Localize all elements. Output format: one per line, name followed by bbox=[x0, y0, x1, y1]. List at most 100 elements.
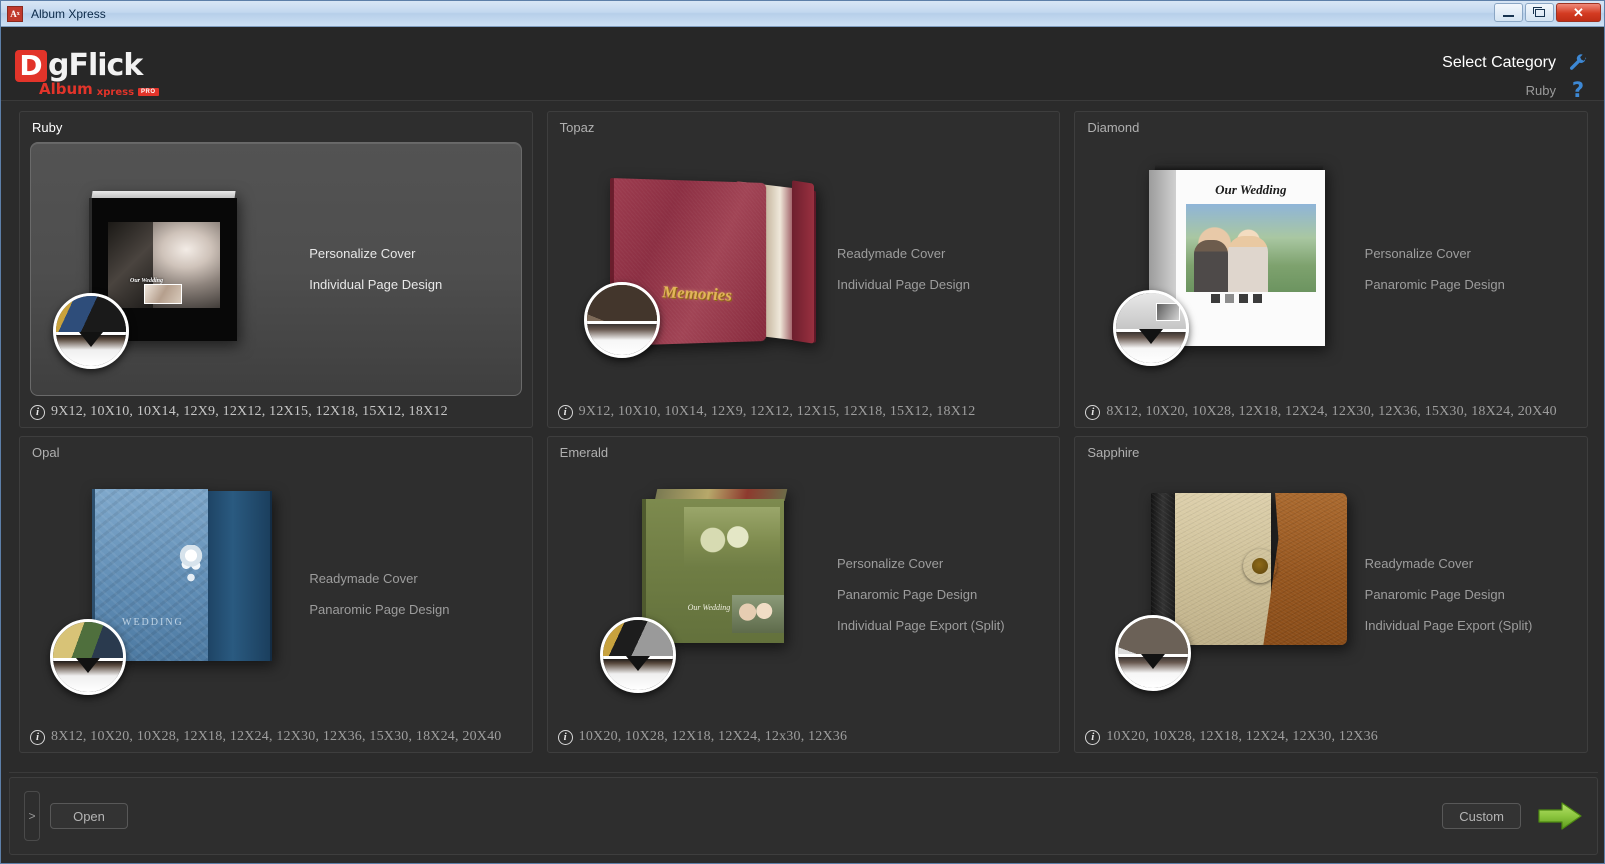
magnifier-bubble-topaz[interactable] bbox=[583, 282, 660, 358]
category-value-row: Ruby ? bbox=[1442, 80, 1588, 101]
category-card-opal[interactable]: Opal WEDDING Readymade Cover Panaromic P… bbox=[19, 436, 533, 753]
card-title-ruby: Ruby bbox=[32, 120, 63, 135]
logo-pro-badge: PRO bbox=[138, 88, 159, 96]
magnifier-notch bbox=[79, 332, 103, 348]
info-icon[interactable]: i bbox=[1085, 729, 1101, 745]
wrench-icon[interactable] bbox=[1568, 53, 1588, 73]
album-back-panel bbox=[208, 491, 272, 661]
feature-item: Readymade Cover bbox=[836, 246, 946, 261]
feature-item: Individual Page Design bbox=[309, 277, 443, 292]
feature-item: Panaromic Page Design bbox=[309, 602, 450, 617]
card-footer-sapphire: i 10X20, 10X28, 12X18, 12X24, 12X30, 12X… bbox=[1085, 728, 1577, 746]
select-category-label[interactable]: Select Category bbox=[1442, 54, 1556, 72]
card-body-ruby: Our Wedding Personalize Cover Individual… bbox=[30, 142, 522, 396]
magnifier-notch bbox=[76, 658, 100, 674]
card-body-emerald: Our Wedding Personalize Cover Panaromic … bbox=[558, 467, 1050, 721]
feature-item: Personalize Cover bbox=[1364, 246, 1471, 261]
album-preview-ruby: Our Wedding bbox=[31, 143, 305, 395]
cover-title-text: Memories bbox=[661, 282, 732, 305]
swatch bbox=[1239, 294, 1249, 303]
close-button[interactable]: ✕ bbox=[1556, 3, 1601, 22]
card-body-topaz: Memories Readymade Cover Individual Page… bbox=[558, 142, 1050, 396]
window-title: Album Xpress bbox=[31, 6, 106, 21]
album-preview-diamond: Our Wedding bbox=[1085, 142, 1360, 396]
info-icon[interactable]: i bbox=[557, 404, 573, 420]
logo-primary-row: D gFlick bbox=[15, 49, 185, 83]
cover-color-swatches bbox=[1211, 294, 1263, 303]
panel-expand-handle[interactable]: > bbox=[24, 791, 40, 841]
feature-list-opal: Readymade Cover Panaromic Page Design bbox=[305, 467, 521, 721]
category-card-ruby[interactable]: Ruby Our Wedding Personalize Cover Indiv… bbox=[19, 111, 533, 428]
info-icon[interactable]: i bbox=[1085, 404, 1101, 420]
magnifier-upper-half bbox=[1116, 293, 1187, 330]
magnifier-notch bbox=[1141, 654, 1166, 670]
swatch bbox=[1211, 294, 1221, 303]
card-footer-emerald: i 10X20, 10X28, 12X18, 12X24, 12x30, 12X… bbox=[557, 728, 1050, 746]
feature-item: Individual Page Design bbox=[836, 277, 970, 292]
bottom-toolbar: > Open Custom bbox=[9, 777, 1598, 855]
feature-item: Personalize Cover bbox=[836, 555, 944, 571]
card-title-opal: Opal bbox=[32, 445, 60, 460]
info-icon[interactable]: i bbox=[557, 729, 573, 745]
album-spine bbox=[791, 180, 814, 344]
green-arrow-right-icon[interactable] bbox=[1537, 801, 1583, 831]
feature-item: Individual Page Export (Split) bbox=[836, 617, 1005, 633]
magnifier-bubble-ruby[interactable] bbox=[53, 293, 129, 369]
card-body-opal: WEDDING Readymade Cover Panaromic Page D… bbox=[30, 467, 522, 721]
question-mark-icon[interactable]: ? bbox=[1568, 80, 1588, 101]
magnifier-notch bbox=[1139, 329, 1164, 345]
magnifier-upper-half bbox=[1118, 618, 1189, 655]
swatch bbox=[1253, 294, 1263, 303]
magnifier-bubble-emerald[interactable] bbox=[599, 617, 676, 693]
card-title-sapphire: Sapphire bbox=[1087, 445, 1140, 460]
album-preview-opal: WEDDING bbox=[30, 467, 305, 721]
category-card-diamond[interactable]: Diamond Our Wedding Personalize Cover Pa… bbox=[1074, 111, 1588, 428]
logo-d-mark: D bbox=[15, 50, 47, 82]
cover-photo bbox=[1186, 204, 1317, 292]
card-footer-diamond: i 8X12, 10X20, 10X28, 12X18, 12X24, 12X3… bbox=[1085, 403, 1577, 421]
feature-item: Panaromic Page Design bbox=[1364, 586, 1505, 602]
app-window: Ax Album Xpress ✕ D gFlick Album xpress … bbox=[0, 0, 1605, 864]
selected-category-value: Ruby bbox=[1525, 82, 1556, 98]
cover-inset-photo bbox=[731, 595, 784, 633]
cover-photo bbox=[683, 507, 780, 567]
feature-item: Personalize Cover bbox=[309, 246, 416, 261]
cover-title-text: WEDDING bbox=[122, 617, 184, 628]
category-card-sapphire[interactable]: Sapphire Readymade Cover Panaromic Page … bbox=[1074, 436, 1588, 753]
feature-item: Panaromic Page Design bbox=[1364, 277, 1505, 292]
category-card-emerald[interactable]: Emerald Our Wedding Personalize Cover Pa… bbox=[546, 436, 1061, 753]
magnifier-bubble-diamond[interactable] bbox=[1113, 290, 1190, 366]
available-sizes-diamond: 8X12, 10X20, 10X28, 12X18, 12X24, 12X30,… bbox=[1106, 404, 1557, 419]
magnifier-lower-half bbox=[586, 324, 657, 355]
magnifier-bubble-sapphire[interactable] bbox=[1115, 615, 1192, 691]
logo-xpress-text: xpress bbox=[96, 87, 135, 98]
info-icon[interactable]: i bbox=[30, 404, 45, 420]
album-front-cover: Our Wedding bbox=[1176, 170, 1326, 346]
feature-item: Panaromic Page Design bbox=[836, 586, 978, 602]
card-footer-topaz: i 9X12, 10X10, 10X14, 12X9, 12X12, 12X15… bbox=[557, 403, 1050, 421]
magnifier-upper-half bbox=[586, 285, 657, 322]
feature-list-diamond: Personalize Cover Panaromic Page Design bbox=[1361, 142, 1577, 396]
info-icon[interactable]: i bbox=[30, 729, 45, 745]
card-body-diamond: Our Wedding Personalize Cover Panaromic … bbox=[1085, 142, 1577, 396]
feature-item: Individual Page Export (Split) bbox=[1364, 617, 1533, 633]
open-button[interactable]: Open bbox=[50, 803, 128, 829]
restore-button[interactable] bbox=[1525, 3, 1554, 22]
feature-item: Readymade Cover bbox=[1364, 555, 1474, 571]
feature-item: Readymade Cover bbox=[309, 571, 418, 586]
category-card-topaz[interactable]: Topaz Memories Readymade Cover Individua… bbox=[546, 111, 1061, 428]
magnifier-upper-half bbox=[53, 622, 123, 659]
swatch bbox=[1225, 294, 1235, 303]
available-sizes-opal: 8X12, 10X20, 10X28, 12X18, 12X24, 12X30,… bbox=[51, 729, 502, 744]
magnifier-bubble-opal[interactable] bbox=[50, 619, 126, 695]
magnifier-upper-half bbox=[602, 620, 673, 657]
card-title-emerald: Emerald bbox=[559, 445, 609, 460]
minimize-icon bbox=[1503, 14, 1514, 17]
minimize-button[interactable] bbox=[1494, 3, 1523, 22]
custom-button[interactable]: Custom bbox=[1442, 803, 1521, 829]
cover-title-text: Our Wedding bbox=[687, 603, 731, 612]
card-title-topaz: Topaz bbox=[559, 120, 595, 135]
window-controls: ✕ bbox=[1494, 3, 1601, 22]
footer-divider bbox=[9, 772, 1598, 773]
app-icon: Ax bbox=[7, 5, 23, 22]
